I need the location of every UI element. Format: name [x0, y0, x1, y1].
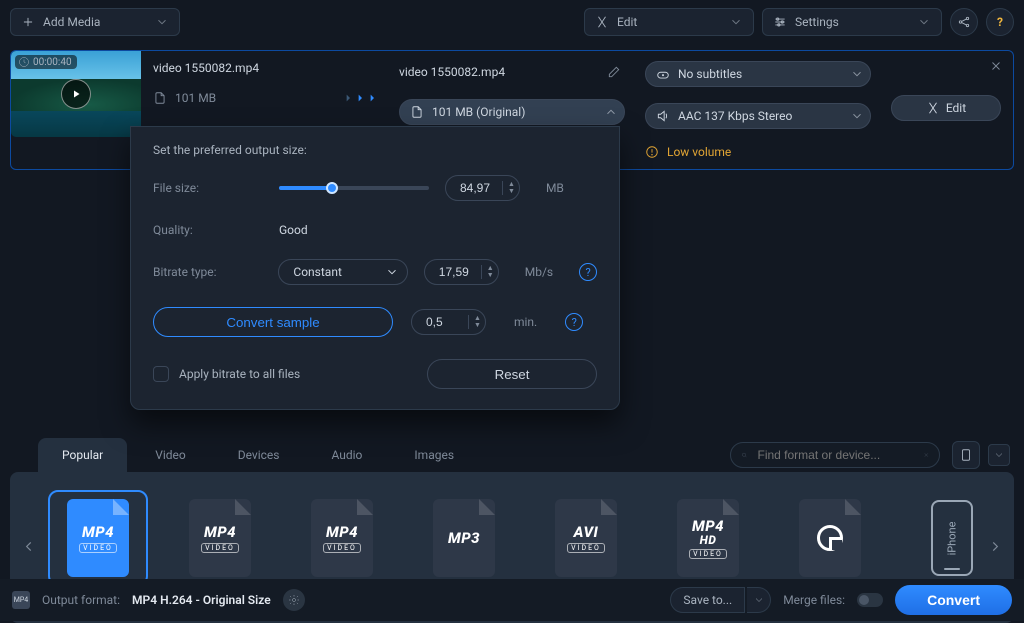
tab-images[interactable]: Images [390, 438, 478, 472]
chevron-left-icon [22, 539, 36, 553]
tiles-next-button[interactable] [988, 538, 1002, 557]
plus-icon [21, 15, 35, 29]
file-icon [153, 91, 167, 105]
chevron-down-icon [850, 109, 864, 123]
video-thumbnail[interactable]: 00:00:40 [11, 51, 141, 137]
chevron-down-icon [155, 15, 169, 29]
output-size-chip[interactable]: 101 MB (Original) [399, 99, 625, 125]
tab-audio[interactable]: Audio [307, 438, 386, 472]
warning-icon [645, 145, 659, 159]
bitrate-type-label: Bitrate type: [153, 265, 262, 279]
bitrate-unit: Mb/s [525, 265, 553, 279]
sample-length-input[interactable]: ▲▼ [411, 309, 486, 335]
chevron-down-icon [993, 449, 1005, 461]
devices-view-button[interactable] [952, 441, 980, 469]
share-button[interactable] [950, 8, 978, 36]
output-format-icon: MP4 [12, 591, 30, 609]
chevron-right-icon [988, 539, 1002, 553]
merge-files-toggle[interactable] [857, 593, 883, 607]
bitrate-stepper[interactable]: ▲▼ [481, 265, 494, 279]
add-media-button[interactable]: Add Media [10, 8, 180, 36]
output-size-popover: Set the preferred output size: File size… [130, 126, 620, 410]
format-search-input[interactable] [756, 447, 915, 463]
subtitles-select[interactable]: No subtitles [645, 61, 871, 87]
speaker-icon [656, 109, 670, 123]
popover-title: Set the preferred output size: [153, 143, 597, 157]
file-icon [410, 105, 424, 119]
tab-video[interactable]: Video [131, 438, 210, 472]
output-format-value: MP4 H.264 - Original Size [132, 593, 271, 607]
pencil-icon [607, 65, 621, 79]
input-size: 101 MB [175, 91, 216, 105]
device-icon [959, 448, 973, 462]
play-icon [70, 88, 82, 100]
quality-value: Good [279, 223, 308, 237]
output-format-label: Output format: [42, 593, 120, 607]
input-filename: video 1550082.mp4 [153, 61, 379, 75]
duration-badge: 00:00:40 [15, 55, 77, 69]
filesize-unit: MB [546, 181, 564, 195]
close-icon [989, 59, 1003, 73]
tools-icon [926, 101, 940, 115]
format-search[interactable] [730, 442, 940, 468]
edit-dropdown[interactable]: Edit [584, 8, 754, 36]
settings-dropdown[interactable]: Settings [762, 8, 942, 36]
audio-select[interactable]: AAC 137 Kbps Stereo [645, 103, 871, 129]
sample-length-stepper[interactable]: ▲▼ [468, 315, 481, 329]
filesize-label: File size: [153, 181, 263, 195]
output-format-settings-button[interactable] [283, 589, 305, 611]
filesize-slider[interactable] [279, 180, 429, 196]
save-to-button[interactable]: Save to... [670, 587, 771, 613]
quality-label: Quality: [153, 223, 263, 237]
bottom-bar: MP4 Output format: MP4 H.264 - Original … [0, 579, 1024, 621]
tab-devices[interactable]: Devices [214, 438, 304, 472]
convert-sample-button[interactable]: Convert sample [153, 307, 393, 337]
tools-icon [595, 15, 609, 29]
play-button[interactable] [61, 79, 91, 109]
reset-button[interactable]: Reset [427, 359, 597, 389]
search-icon [741, 449, 748, 461]
apply-all-label: Apply bitrate to all files [179, 367, 425, 381]
subtitles-icon [656, 67, 670, 81]
rename-button[interactable] [603, 61, 625, 83]
bitrate-type-select[interactable]: Constant [278, 259, 407, 285]
remove-file-button[interactable] [989, 59, 1003, 76]
merge-files-label: Merge files: [783, 593, 845, 607]
top-toolbar: Add Media Edit Settings ? [0, 0, 1024, 44]
chevron-down-icon [917, 15, 931, 29]
settings-label: Settings [795, 15, 839, 29]
clock-icon [18, 56, 30, 68]
output-filename: video 1550082.mp4 [399, 65, 595, 79]
convert-button[interactable]: Convert [895, 585, 1012, 615]
chevron-down-icon [850, 67, 864, 81]
convert-arrow-icon [345, 93, 379, 103]
edit-file-button[interactable]: Edit [891, 95, 1001, 121]
collapse-panel-button[interactable] [988, 444, 1010, 466]
sample-length-unit: min. [514, 315, 537, 329]
filesize-input[interactable]: ▲▼ [445, 175, 520, 201]
sliders-icon [773, 15, 787, 29]
question-icon: ? [997, 15, 1003, 29]
apply-all-checkbox[interactable] [153, 366, 169, 382]
chevron-up-icon [604, 105, 618, 119]
gear-icon [288, 594, 300, 606]
share-icon [957, 15, 971, 29]
format-tabs: PopularVideoDevicesAudioImages [0, 438, 1024, 472]
bitrate-input[interactable]: ▲▼ [424, 259, 499, 285]
help-button[interactable]: ? [986, 8, 1014, 36]
chevron-down-icon [729, 15, 743, 29]
filesize-stepper[interactable]: ▲▼ [502, 181, 515, 195]
low-volume-warning: Low volume [645, 145, 871, 159]
bitrate-help-icon[interactable]: ? [579, 263, 597, 281]
clear-search-icon[interactable] [923, 449, 930, 461]
sample-help-icon[interactable]: ? [565, 313, 583, 331]
add-media-label: Add Media [43, 15, 100, 29]
chevron-down-icon [385, 265, 399, 279]
tiles-prev-button[interactable] [22, 538, 36, 557]
chevron-down-icon [753, 594, 765, 606]
edit-label: Edit [617, 15, 637, 29]
tab-popular[interactable]: Popular [38, 438, 127, 472]
